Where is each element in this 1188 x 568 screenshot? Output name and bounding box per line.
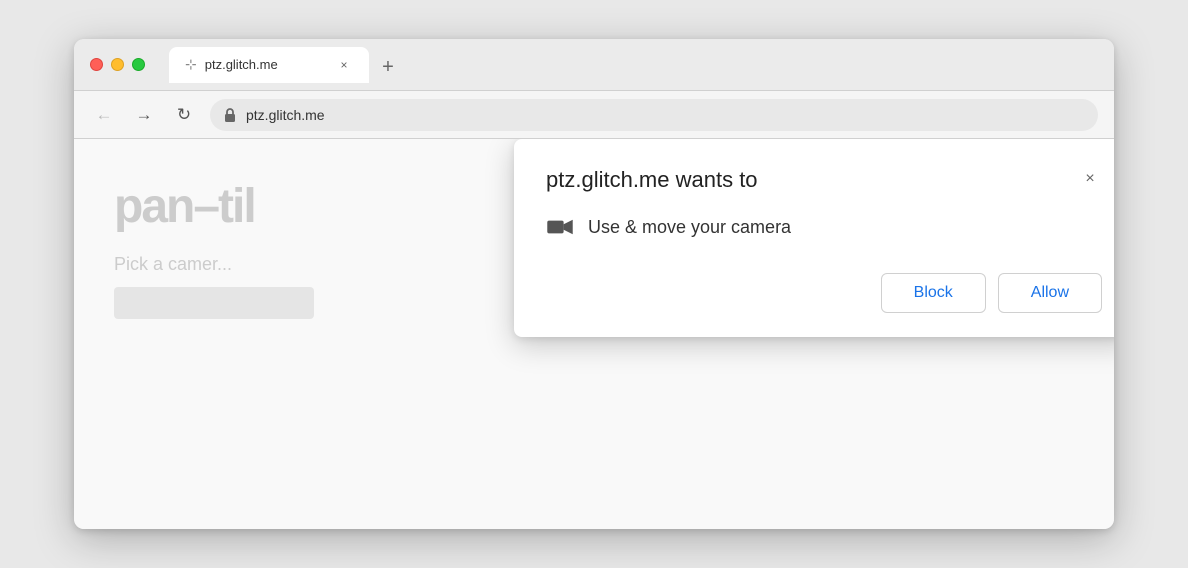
dialog-permission-row: Use & move your camera <box>546 213 1102 241</box>
drag-icon: ⊹ <box>185 56 197 73</box>
dialog-title: ptz.glitch.me wants to <box>546 167 758 193</box>
page-content: pan–til Pick a camer... ptz.glitch.me wa… <box>74 139 1114 529</box>
page-bg-subtitle: Pick a camer... <box>114 254 314 275</box>
browser-tab[interactable]: ⊹ ptz.glitch.me × <box>169 47 369 83</box>
close-button[interactable] <box>90 58 103 71</box>
back-button[interactable]: ← <box>90 101 118 129</box>
lock-icon <box>222 107 238 123</box>
allow-button[interactable]: Allow <box>998 273 1102 313</box>
toolbar: ← → ↻ ptz.glitch.me <box>74 91 1114 139</box>
dialog-actions: Block Allow <box>546 273 1102 313</box>
minimize-button[interactable] <box>111 58 124 71</box>
page-background: pan–til Pick a camer... <box>114 179 314 319</box>
dialog-header: ptz.glitch.me wants to × <box>546 167 1102 193</box>
tab-close-button[interactable]: × <box>335 56 353 74</box>
tab-bar: ⊹ ptz.glitch.me × + <box>157 47 1098 83</box>
forward-button[interactable]: → <box>130 101 158 129</box>
address-text: ptz.glitch.me <box>246 107 325 123</box>
page-bg-title: pan–til <box>114 179 314 234</box>
title-bar: ⊹ ptz.glitch.me × + <box>74 39 1114 91</box>
block-button[interactable]: Block <box>881 273 986 313</box>
reload-button[interactable]: ↻ <box>170 101 198 129</box>
maximize-button[interactable] <box>132 58 145 71</box>
permission-text: Use & move your camera <box>588 217 791 238</box>
permission-dialog: ptz.glitch.me wants to × Use & move your… <box>514 139 1114 337</box>
tab-title: ptz.glitch.me <box>205 57 327 72</box>
camera-icon <box>546 213 574 241</box>
address-bar[interactable]: ptz.glitch.me <box>210 99 1098 131</box>
dialog-close-button[interactable]: × <box>1078 167 1102 191</box>
traffic-lights <box>90 58 145 71</box>
new-tab-button[interactable]: + <box>373 53 403 83</box>
page-bg-input <box>114 287 314 319</box>
browser-window: ⊹ ptz.glitch.me × + ← → ↻ ptz.glitch.me … <box>74 39 1114 529</box>
